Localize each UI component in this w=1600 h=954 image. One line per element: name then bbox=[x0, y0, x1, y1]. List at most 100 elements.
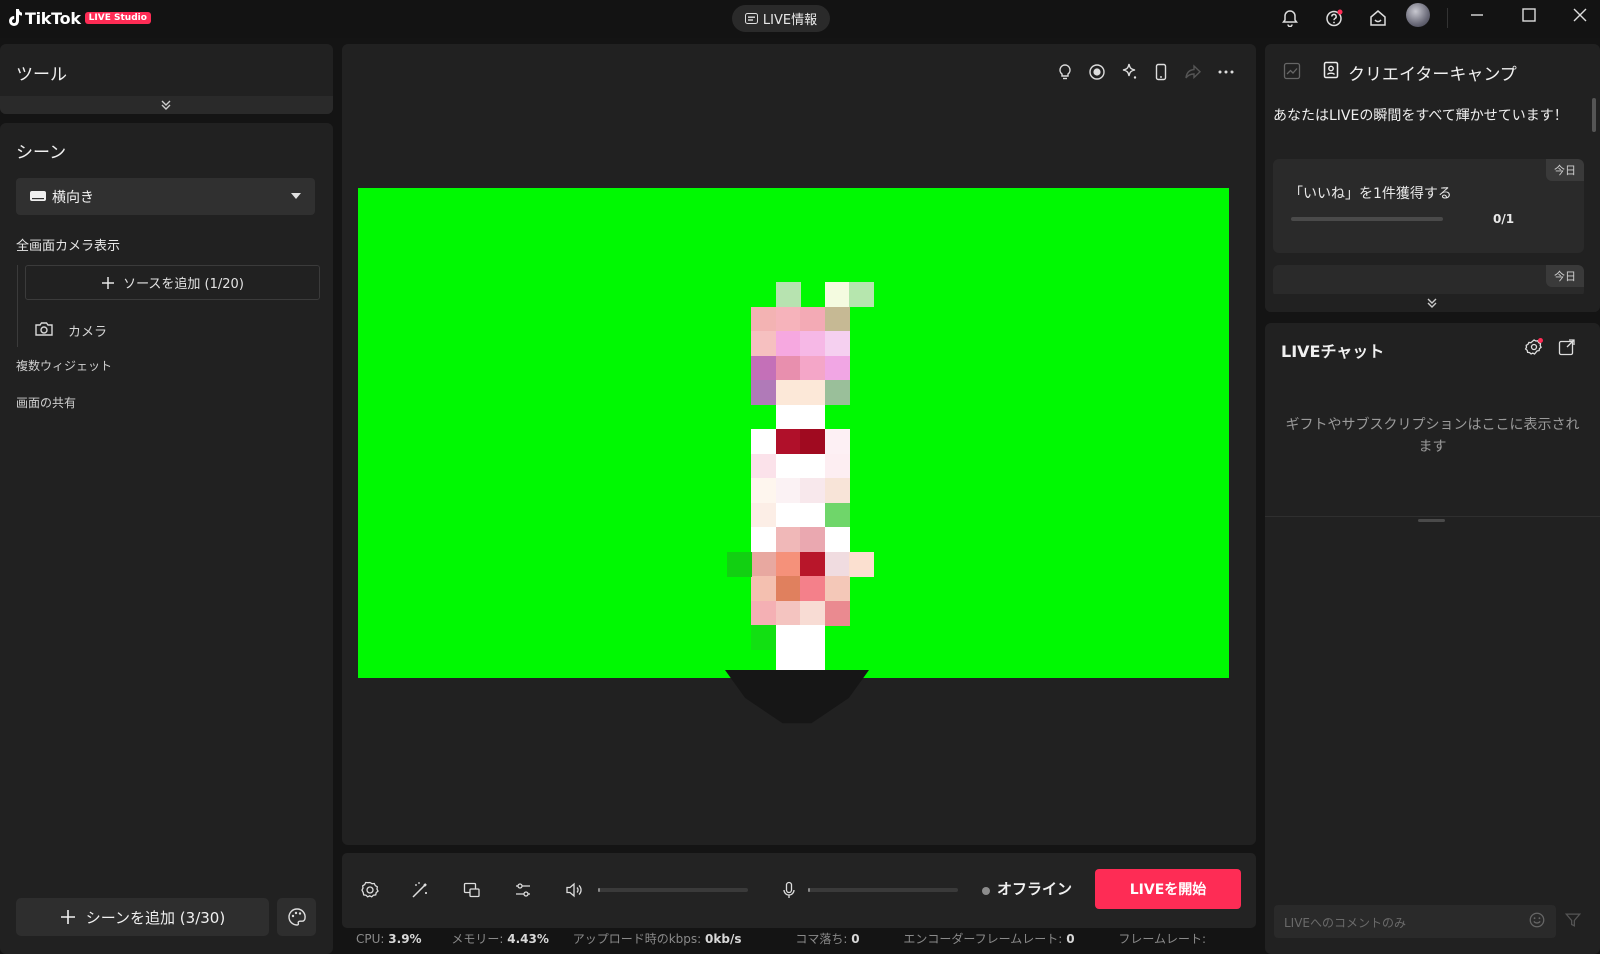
figure-pixel bbox=[824, 306, 850, 332]
figure-pixel bbox=[800, 576, 825, 601]
popout-icon[interactable] bbox=[1557, 337, 1577, 357]
dropped-frames-label: コマ落ち: bbox=[795, 932, 848, 946]
figure-pixel bbox=[824, 527, 850, 552]
caret-down-icon bbox=[291, 193, 301, 199]
filter-icon[interactable] bbox=[1564, 911, 1582, 929]
figure-pixel bbox=[775, 306, 801, 332]
sliders-icon[interactable] bbox=[513, 880, 533, 900]
figure-pixel bbox=[775, 429, 801, 454]
figure-pixel bbox=[775, 453, 801, 479]
live-info-button[interactable]: LIVE情報 bbox=[732, 5, 830, 32]
encoder-fps-label: エンコーダーフレームレート: bbox=[903, 932, 1063, 946]
bell-icon[interactable] bbox=[1278, 6, 1302, 30]
source-item-camera[interactable]: カメラ bbox=[34, 318, 234, 340]
task-card[interactable]: 今日 「いいね」を1件獲得する 0/1 bbox=[1273, 159, 1584, 253]
figure-pixel bbox=[751, 576, 776, 601]
record-icon[interactable] bbox=[1087, 62, 1107, 82]
stream-preview-canvas[interactable] bbox=[358, 188, 1229, 678]
badge-icon bbox=[1323, 61, 1339, 79]
stream-status: オフライン bbox=[997, 880, 1073, 898]
cpu-label: CPU: bbox=[356, 932, 385, 946]
settings-icon[interactable] bbox=[360, 880, 380, 900]
close-icon[interactable] bbox=[1558, 0, 1600, 30]
figure-pixel bbox=[775, 331, 801, 356]
speaker-level bbox=[598, 888, 600, 892]
add-source-button[interactable]: ソースを追加 (1/20) bbox=[25, 265, 320, 300]
upload-label: アップロード時のkbps: bbox=[572, 932, 702, 946]
figure-pixel bbox=[775, 600, 801, 626]
fps-label: フレームレート: bbox=[1118, 932, 1207, 946]
title-bar: TikTok LIVE Studio LIVE情報 bbox=[0, 0, 1600, 38]
start-live-button[interactable]: LIVEを開始 bbox=[1095, 869, 1241, 909]
creator-camp-scrollbar[interactable] bbox=[1592, 98, 1596, 132]
figure-pixel bbox=[800, 527, 825, 552]
figure-pixel bbox=[775, 282, 801, 307]
app-logo: TikTok LIVE Studio bbox=[8, 7, 151, 29]
task-card[interactable]: 今日 bbox=[1273, 265, 1584, 297]
phone-icon[interactable] bbox=[1151, 62, 1171, 82]
avatar[interactable] bbox=[1406, 3, 1430, 27]
figure-pixel bbox=[800, 502, 825, 528]
figure-pixel bbox=[775, 625, 801, 650]
scene-select-value: 横向き bbox=[52, 190, 94, 206]
speaker-icon[interactable] bbox=[564, 880, 584, 900]
maximize-icon[interactable] bbox=[1507, 0, 1551, 30]
landscape-icon bbox=[30, 191, 46, 201]
source-label: カメラ bbox=[68, 325, 108, 340]
scene-group-fullscreen-camera[interactable]: 全画面カメラ表示 bbox=[16, 235, 120, 254]
tools-title: ツール bbox=[16, 65, 67, 85]
memory-label: メモリー: bbox=[451, 932, 504, 946]
scene-select[interactable]: 横向き bbox=[16, 178, 315, 215]
figure-pixel bbox=[751, 453, 776, 479]
mic-volume-slider[interactable] bbox=[808, 888, 958, 892]
magic-wand-icon[interactable] bbox=[410, 880, 430, 900]
help-icon[interactable] bbox=[1322, 6, 1346, 30]
figure-pixel bbox=[751, 429, 776, 454]
tools-panel: ツール bbox=[0, 44, 333, 114]
chat-divider bbox=[1265, 516, 1600, 517]
tiktok-note-icon bbox=[9, 9, 22, 26]
add-scene-button[interactable]: シーンを追加 (3/30) bbox=[16, 898, 269, 936]
live-chat-title: LIVEチャット bbox=[1281, 342, 1385, 361]
figure-pixel bbox=[751, 527, 776, 552]
lightbulb-icon[interactable] bbox=[1055, 62, 1075, 82]
plus-icon bbox=[60, 910, 75, 924]
layout-icon[interactable] bbox=[462, 880, 482, 900]
speaker-volume-slider[interactable] bbox=[598, 888, 748, 892]
chat-resize-handle[interactable] bbox=[1418, 519, 1445, 522]
live-studio-window: TikTok LIVE Studio LIVE情報 ツール シーン 横向き 全画… bbox=[0, 0, 1600, 954]
figure-pixel bbox=[751, 380, 776, 405]
figure-pixel bbox=[751, 331, 776, 356]
figure-pixel bbox=[800, 404, 825, 430]
figure-pixel bbox=[824, 453, 850, 479]
comment-input[interactable]: LIVEへのコメントのみ bbox=[1274, 905, 1556, 938]
task-title: 「いいね」を1件獲得する bbox=[1289, 186, 1452, 202]
status-dot bbox=[982, 887, 990, 895]
creator-camp-panel: クリエイターキャンプ あなたはLIVEの瞬間をすべて輝かせています！ 今日 「い… bbox=[1265, 44, 1600, 312]
live-info-icon bbox=[744, 13, 758, 24]
chart-icon[interactable] bbox=[1282, 61, 1302, 81]
camera-icon bbox=[35, 322, 53, 336]
home-icon[interactable] bbox=[1366, 6, 1390, 30]
share-icon[interactable] bbox=[1183, 62, 1203, 82]
task-tag: 今日 bbox=[1546, 159, 1584, 181]
creator-camp-expand[interactable] bbox=[1265, 294, 1600, 312]
scene-group-widgets[interactable]: 複数ウィジェット bbox=[16, 357, 112, 374]
minimize-icon[interactable] bbox=[1455, 0, 1499, 30]
upload-value: 0kb/s bbox=[705, 932, 742, 946]
figure-pixel bbox=[800, 551, 825, 577]
scenes-title: シーン bbox=[16, 143, 67, 163]
figure-pixel bbox=[824, 429, 850, 454]
sparkle-icon[interactable] bbox=[1119, 62, 1139, 82]
more-icon[interactable] bbox=[1216, 62, 1236, 82]
emoji-icon[interactable] bbox=[1528, 911, 1546, 929]
live-info-label: LIVE情報 bbox=[762, 13, 818, 28]
chat-settings-icon[interactable] bbox=[1524, 337, 1544, 357]
creator-camp-message: あなたはLIVEの瞬間をすべて輝かせています！ bbox=[1273, 108, 1568, 124]
scene-group-screen-share[interactable]: 画面の共有 bbox=[16, 394, 76, 411]
tools-expand-bar[interactable] bbox=[0, 96, 333, 114]
mic-icon[interactable] bbox=[779, 880, 799, 900]
app-brand: TikTok bbox=[25, 8, 81, 28]
theme-button[interactable] bbox=[277, 898, 316, 936]
cpu-value: 3.9% bbox=[388, 932, 422, 946]
